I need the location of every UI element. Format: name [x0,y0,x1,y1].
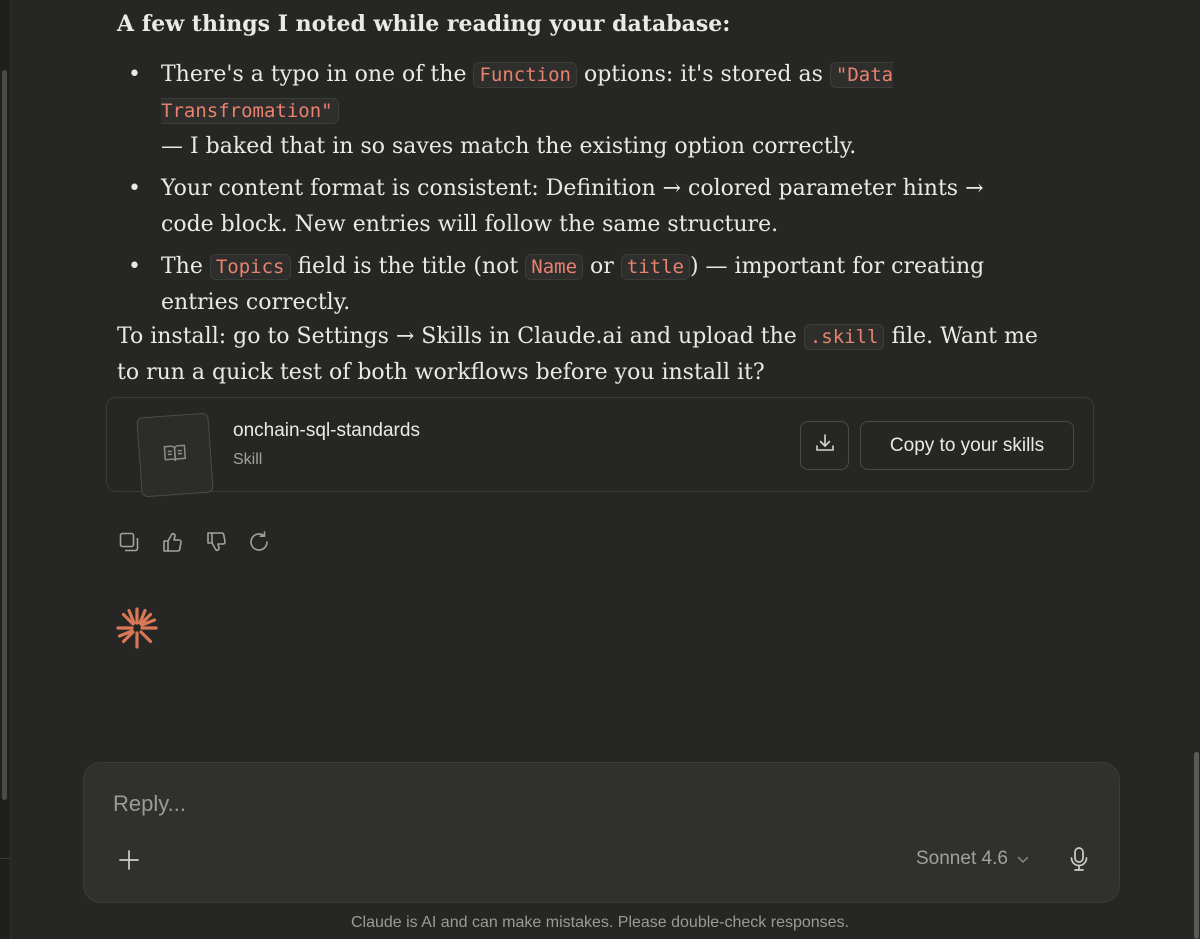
text-run: There's a typo in one of the [161,62,474,87]
reply-composer: Reply... Sonnet 4.6 [83,762,1120,903]
text-run: The [161,254,210,279]
skill-name: onchain-sql-standards [233,420,420,441]
left-scroll-rail [0,0,11,939]
text-run: field is the title (not [290,254,526,279]
bullet: • [128,176,141,201]
text-run: or [583,254,621,279]
add-attachment-button[interactable] [116,849,142,875]
notes-list: • There's a typo in one of the Function … [117,57,1037,327]
copy-to-skills-button[interactable]: Copy to your skills [860,421,1074,470]
list-item: • Your content format is consistent: Def… [117,171,1037,243]
left-scrollbar-thumb[interactable] [2,70,7,800]
right-scrollbar-thumb[interactable] [1194,752,1199,939]
inline-code: .skill [803,324,885,350]
install-instructions: To install: go to Settings → Skills in C… [117,319,1047,391]
copy-button[interactable] [114,529,144,559]
skill-type-label: Skill [233,451,263,468]
book-icon [162,442,188,469]
inline-code: Topics [209,254,291,280]
skill-thumbnail [136,412,214,498]
reply-input[interactable]: Reply... [113,791,186,817]
text-run: To install: go to Settings → Skills in C… [117,324,804,349]
inline-code: title [620,254,690,280]
text-run: Your content format is consistent: Defin… [161,176,984,237]
inline-code: Function [473,62,577,88]
bullet: • [128,254,141,279]
model-name: Sonnet 4.6 [916,848,1008,869]
inline-code: Name [525,254,584,280]
retry-button[interactable] [244,529,274,559]
list-item: • There's a typo in one of the Function … [117,57,1037,165]
model-selector[interactable]: Sonnet 4.6 [916,848,1029,870]
rail-divider [0,858,10,859]
notes-heading: A few things I noted while reading your … [117,11,731,37]
microphone-icon [1069,846,1089,877]
voice-input-button[interactable] [1064,846,1094,876]
thumbs-down-icon [205,531,227,558]
thumbs-down-button[interactable] [201,529,231,559]
text-run: — I baked that in so saves match the exi… [161,134,857,159]
chevron-down-icon [1017,848,1029,870]
retry-icon [247,530,271,559]
bullet: • [128,62,141,87]
list-item: • The Topics field is the title (not Nam… [117,249,1037,321]
plus-icon [118,849,140,876]
thumbs-up-icon [161,531,183,558]
disclaimer: Claude is AI and can make mistakes. Plea… [350,914,850,931]
copy-icon [118,531,140,558]
thumbs-up-button[interactable] [157,529,187,559]
claude-spark-icon [114,605,160,656]
text-run: options: it's stored as [576,62,830,87]
download-icon [814,432,836,459]
skill-card[interactable]: onchain-sql-standards Skill Copy to your… [106,397,1094,498]
download-button[interactable] [800,421,849,470]
